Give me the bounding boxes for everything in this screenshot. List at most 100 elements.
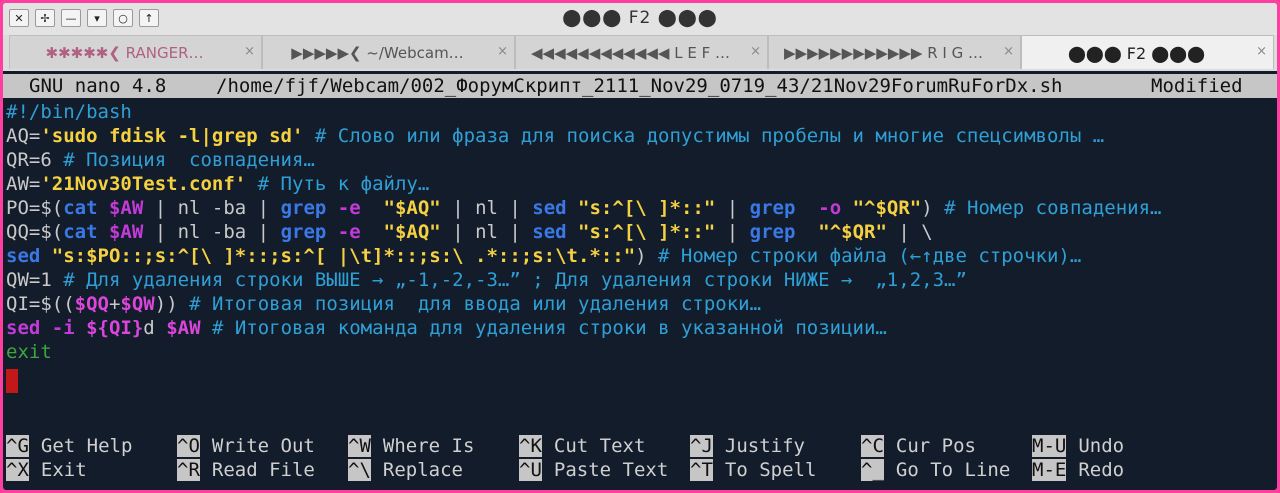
- file-path: /home/fjf/Webcam/002_ФорумСкрипт_2111_No…: [216, 75, 1063, 97]
- code-string: '21Nov30Test.conf': [40, 173, 247, 195]
- code-string: "s:$PO::;s:^[\ ]*::;s:^[ |\t]*::;s:\ .*:…: [40, 245, 636, 267]
- window-title: ⬤⬤⬤ F2 ⬤⬤⬤: [562, 8, 718, 28]
- code-line[interactable]: #!/bin/bash: [6, 100, 132, 124]
- code-line[interactable]: sed "s:$PO::;s:^[\ ]*::;s:^[ |\t]*::;s:\…: [6, 244, 1081, 268]
- shortcut-undo[interactable]: M-U Undo: [1032, 434, 1124, 458]
- tab-label: ◀◀◀◀◀◀◀◀◀◀◀◀ L E F …: [531, 44, 730, 62]
- code-keyword: grep: [280, 197, 327, 219]
- shortcut-go-to-line[interactable]: ^_ Go To Line: [861, 458, 1010, 482]
- code-text: QW=1: [6, 269, 52, 291]
- shortcut-where-is[interactable]: ^W Where Is: [348, 434, 474, 458]
- shortcut-paste-text[interactable]: ^U Paste Text: [519, 458, 668, 482]
- tab-label: ✱✱✱✱✱❮ RANGER…: [45, 44, 204, 62]
- code-string: "^$QR": [795, 221, 887, 243]
- tab-bar: ✱✱✱✱✱❮ RANGER… × ▶▶▶▶▶❮ ~/Webcam… × ◀◀◀◀…: [3, 35, 1277, 71]
- code-keyword: sed: [6, 245, 41, 267]
- code-string: "$AQ": [360, 197, 441, 219]
- code-keyword: grep: [749, 197, 796, 219]
- code-keyword: sed: [532, 197, 567, 219]
- code-string: "$AQ": [360, 221, 441, 243]
- code-keyword: grep: [749, 221, 796, 243]
- code-variable: $QW: [120, 293, 155, 315]
- code-text: | nl -ba |: [143, 197, 281, 219]
- code-text: )): [154, 293, 178, 315]
- code-text: d: [143, 317, 167, 339]
- code-comment: # Позиция совпадения…: [51, 149, 315, 171]
- shortcut-justify[interactable]: ^J Justify: [690, 434, 805, 458]
- code-text: PO=$(: [6, 197, 64, 219]
- tab-ranger[interactable]: ✱✱✱✱✱❮ RANGER… ×: [9, 35, 262, 69]
- tab-close-icon[interactable]: ×: [1003, 44, 1014, 59]
- code-comment: # Итоговая команда для удаления строки в…: [200, 317, 887, 339]
- shortcut-exit[interactable]: ^X Exit: [6, 458, 87, 482]
- tab-close-icon[interactable]: ×: [1256, 44, 1267, 59]
- tab-close-icon[interactable]: ×: [497, 44, 508, 59]
- code-keyword: cat: [63, 197, 98, 219]
- code-text: +: [108, 293, 121, 315]
- tab-webcam[interactable]: ▶▶▶▶▶❮ ~/Webcam… ×: [262, 35, 515, 69]
- tab-label: ▶▶▶▶▶❮ ~/Webcam…: [291, 44, 464, 62]
- code-variable: -e: [326, 221, 361, 243]
- code-keyword: sed: [532, 221, 567, 243]
- code-comment: # Для удаления строки ВЫШЕ → „-1,-2,-3…”…: [51, 269, 967, 291]
- code-keyword: grep: [280, 221, 327, 243]
- code-text: ): [921, 197, 933, 219]
- code-line[interactable]: QR=6 # Позиция совпадения…: [6, 148, 315, 172]
- code-variable: $AW: [166, 317, 201, 339]
- code-keyword: cat: [63, 221, 98, 243]
- code-string: "^$QR": [841, 197, 922, 219]
- code-line[interactable]: AQ='sudo fdisk -l|grep sd' # Слово или ф…: [6, 124, 1104, 148]
- code-variable: $QQ: [74, 293, 109, 315]
- code-variable: -e: [326, 197, 361, 219]
- tab-label: ⬤⬤⬤ F2 ⬤⬤⬤: [1068, 44, 1205, 63]
- nano-header: GNU nano 4.8 /home/fjf/Webcam/002_ФорумС…: [3, 74, 1277, 98]
- shortcut-replace[interactable]: ^\ Replace: [348, 458, 463, 482]
- terminal-area[interactable]: GNU nano 4.8 /home/fjf/Webcam/002_ФорумС…: [3, 71, 1277, 490]
- code-variable: $AW: [97, 197, 144, 219]
- title-bar: ✕ ✢ — ▾ ○ ↑ ⬤⬤⬤ F2 ⬤⬤⬤: [3, 3, 1277, 35]
- code-line[interactable]: QI=$(($QQ+$QW)) # Итоговая позиция для в…: [6, 292, 761, 316]
- code-variable: ${QI}: [86, 317, 144, 339]
- modified-status: Modified: [1151, 75, 1243, 97]
- nano-version: GNU nano 4.8: [29, 75, 167, 97]
- code-line[interactable]: AW='21Nov30Test.conf' # Путь к файлу…: [6, 172, 429, 196]
- tab-label: ▶▶▶▶▶▶▶▶▶▶▶▶ R I G …: [784, 44, 983, 62]
- tab-f2[interactable]: ⬤⬤⬤ F2 ⬤⬤⬤ ×: [1021, 35, 1274, 69]
- code-text: | nl |: [440, 197, 533, 219]
- code-text: AQ=: [6, 125, 41, 147]
- code-variable: -o: [795, 197, 842, 219]
- tab-right[interactable]: ▶▶▶▶▶▶▶▶▶▶▶▶ R I G … ×: [768, 35, 1021, 69]
- code-string: 'sudo fdisk -l|grep sd': [40, 125, 304, 147]
- shortcut-redo[interactable]: M-E Redo: [1032, 458, 1124, 482]
- code-text: ): [635, 245, 647, 267]
- code-text: | nl -ba |: [143, 221, 281, 243]
- code-line[interactable]: sed -i ${QI}d $AW # Итоговая команда для…: [6, 316, 887, 340]
- shortcut-read-file[interactable]: ^R Read File: [177, 458, 315, 482]
- tab-left[interactable]: ◀◀◀◀◀◀◀◀◀◀◀◀ L E F … ×: [515, 35, 768, 69]
- code-string: "s:^[\ ]*::": [566, 221, 716, 243]
- shortcut-to-spell[interactable]: ^T To Spell: [690, 458, 816, 482]
- tab-close-icon[interactable]: ×: [750, 44, 761, 59]
- code-comment: # Номер совпадения…: [932, 197, 1162, 219]
- code-line[interactable]: exit: [6, 340, 52, 364]
- code-line[interactable]: QW=1 # Для удаления строки ВЫШЕ → „-1,-2…: [6, 268, 967, 292]
- code-string: "s:^[\ ]*::": [566, 197, 716, 219]
- code-comment: # Слово или фраза для поиска допустимы п…: [303, 125, 1105, 147]
- code-keyword: sed: [6, 317, 41, 339]
- code-comment: # Путь к файлу…: [246, 173, 430, 195]
- code-line[interactable]: PO=$(cat $AW | nl -ba | grep -e "$AQ" | …: [6, 196, 1161, 220]
- code-variable: $AW: [97, 221, 144, 243]
- shortcut-write-out[interactable]: ^O Write Out: [177, 434, 315, 458]
- code-line[interactable]: QQ=$(cat $AW | nl -ba | grep -e "$AQ" | …: [6, 220, 933, 244]
- code-text: QQ=$(: [6, 221, 64, 243]
- shortcut-get-help[interactable]: ^G Get Help: [6, 434, 132, 458]
- code-text: |: [715, 221, 750, 243]
- shortcut-cut-text[interactable]: ^K Cut Text: [519, 434, 645, 458]
- code-variable: -i: [40, 317, 87, 339]
- code-comment: # Номер строки файла (←↑две строчки)…: [646, 245, 1082, 267]
- code-text: |: [715, 197, 750, 219]
- code-text: AW=: [6, 173, 41, 195]
- code-text: | nl |: [440, 221, 533, 243]
- shortcut-cur-pos[interactable]: ^C Cur Pos: [861, 434, 976, 458]
- tab-close-icon[interactable]: ×: [244, 44, 255, 59]
